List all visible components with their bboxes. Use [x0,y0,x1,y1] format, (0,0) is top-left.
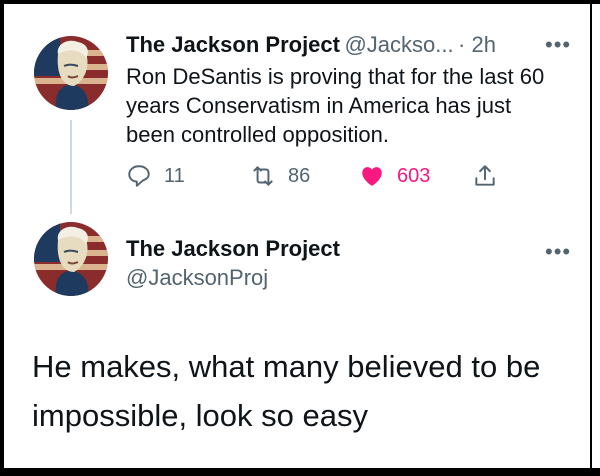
tweet2-text: He makes, what many believed to be impos… [32,349,541,433]
retweet-icon [253,166,273,186]
like-count: 603 [397,164,431,187]
like-button[interactable]: 603 [359,160,430,192]
avatar-portrait-image [34,222,108,296]
handle[interactable]: @JacksonProj [126,265,268,291]
retweet-count: 86 [288,164,311,187]
avatar-portrait-image [34,36,108,110]
edge-bar [588,4,600,468]
heart-filled-icon [362,167,382,186]
tweet1-header: The Jackson Project @Jackso... · 2h [126,32,496,58]
handle[interactable]: @Jackso... [344,32,453,57]
share-icon [475,165,495,186]
retweet-button[interactable]: 86 [250,160,310,192]
edge-divider [590,4,592,468]
reply-count: 11 [164,164,185,187]
tweet-screenshot: The Jackson Project @Jackso... · 2h ••• … [4,4,588,468]
share-button[interactable] [472,160,498,192]
reply-icon [128,165,150,187]
timestamp[interactable]: · 2h [458,32,496,57]
display-name[interactable]: The Jackson Project [126,32,340,57]
thread-connector-line [70,120,72,214]
avatar[interactable] [34,222,108,296]
display-name[interactable]: The Jackson Project [126,236,340,262]
avatar[interactable] [34,36,108,110]
more-horizontal-icon[interactable]: ••• [545,241,571,263]
more-horizontal-icon[interactable]: ••• [545,34,571,56]
tweet1-text: Ron DeSantis is proving that for the las… [126,64,545,147]
reply-button[interactable]: 11 [126,160,185,192]
